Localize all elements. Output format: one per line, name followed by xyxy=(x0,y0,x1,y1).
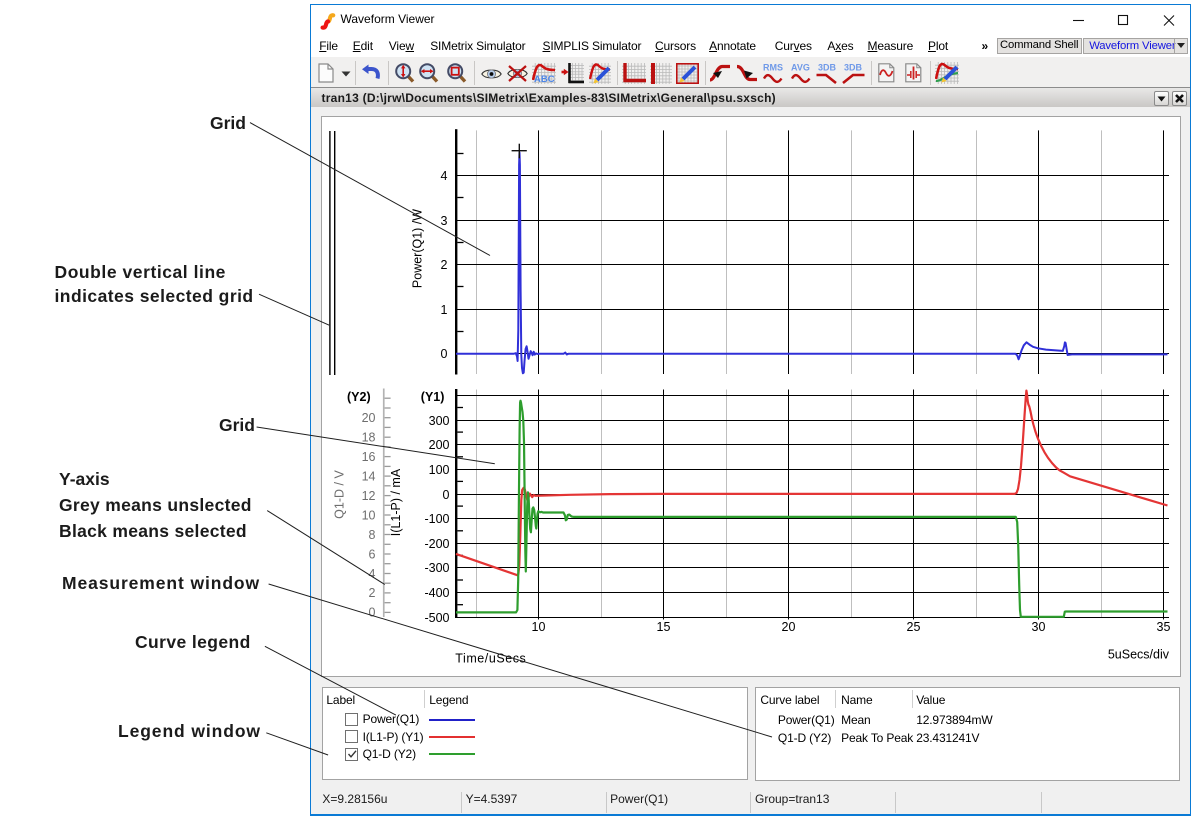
svg-text:AVG: AVG xyxy=(791,63,810,73)
svg-text:3DB: 3DB xyxy=(818,63,837,73)
svg-text:ABC: ABC xyxy=(534,74,555,84)
svg-text:RMS: RMS xyxy=(763,63,783,73)
svg-text:3DB: 3DB xyxy=(844,63,863,73)
